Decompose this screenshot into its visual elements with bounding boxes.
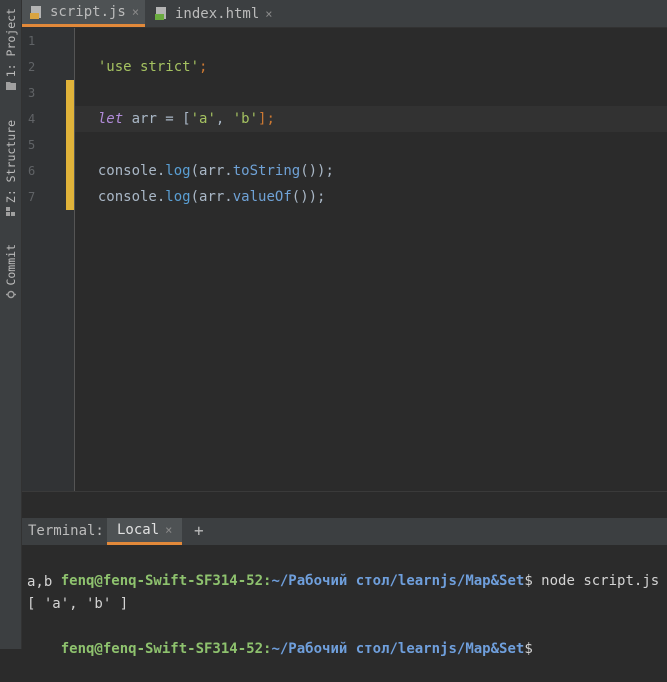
line-number: 2 [28,60,36,74]
code-text: (arr. [190,189,233,205]
code-line-1[interactable]: 'use strict'; [81,28,208,75]
close-icon[interactable]: × [265,7,272,21]
line-number: 3 [28,86,36,100]
terminal-path: ~/Рабочий стол/learnjs/Map&Set [271,573,525,589]
project-tool-label: 1: Project [3,8,18,78]
line-number: 6 [28,164,36,178]
terminal-path: ~/Рабочий стол/learnjs/Map&Set [271,641,525,657]
terminal-output[interactable]: fenq@fenq-Swift-SF314-52:~/Рабочий стол/… [22,545,667,657]
terminal-line: a,b [27,574,53,590]
commit-tool-tab[interactable]: Commit [2,244,19,299]
terminal-prompt: $ [524,641,533,657]
terminal-command: $ node script.js [524,573,660,589]
tab-label: index.html [175,5,260,22]
structure-tool-tab[interactable]: Z: Structure [2,120,19,217]
js-file-icon [30,5,41,19]
line-number: 1 [28,34,36,48]
terminal-tab-local[interactable]: Local × [107,518,183,545]
terminal-tab-label: Local [117,522,160,538]
structure-icon [5,207,15,217]
code-method: valueOf [232,189,292,205]
panel-divider [22,491,667,519]
terminal-user: fenq@fenq-Swift-SF314-52 [60,573,264,589]
terminal-line: fenq@fenq-Swift-SF314-52:~/Рабочий стол/… [27,616,533,657]
tab-script-js[interactable]: script.js × [22,0,145,27]
code-text: , [215,111,233,127]
code-line-3[interactable]: let arr = ['a', 'b']; [81,80,275,127]
code-text: arr = [ [123,111,191,127]
code-text: ()); [291,189,326,205]
terminal-line: [ 'a', 'b' ] [27,596,129,612]
line-number: 4 [28,112,36,126]
line-number: 5 [28,138,36,152]
editor-tabs: script.js × index.html × [22,0,667,28]
add-terminal-icon[interactable]: + [194,521,204,540]
code-punct: ]; [258,111,275,127]
terminal-title: Terminal: [28,523,104,539]
terminal-header: Terminal: Local × + [22,518,667,545]
tool-window-strip: 1: Project Z: Structure Commit [0,0,22,649]
close-icon[interactable]: × [132,5,139,19]
vcs-change-marker[interactable] [66,80,74,210]
line-number: 7 [28,190,36,204]
structure-tool-label: Z: Structure [3,120,18,204]
project-tool-tab[interactable]: 1: Project [2,8,19,91]
close-icon[interactable]: × [165,523,172,537]
code-line-5[interactable]: console.log(arr.toString()); [81,132,334,179]
code-keyword: let [97,111,124,127]
code-text: console. [97,189,166,205]
code-string: 'b' [232,111,259,127]
code-string: 'a' [190,111,216,127]
terminal-line: fenq@fenq-Swift-SF314-52:~/Рабочий стол/… [27,548,659,589]
code-string: 'use strict' [97,59,200,75]
code-punct: ; [199,59,208,75]
folder-icon [5,82,16,91]
code-line-6[interactable]: console.log(arr.valueOf()); [81,158,326,205]
terminal-user: fenq@fenq-Swift-SF314-52 [60,641,264,657]
commit-icon [5,290,16,298]
code-function: log [165,189,191,205]
tab-label: script.js [50,4,126,20]
html-file-icon [155,7,166,20]
commit-tool-label: Commit [3,244,18,286]
tab-index-html[interactable]: index.html × [147,0,277,27]
